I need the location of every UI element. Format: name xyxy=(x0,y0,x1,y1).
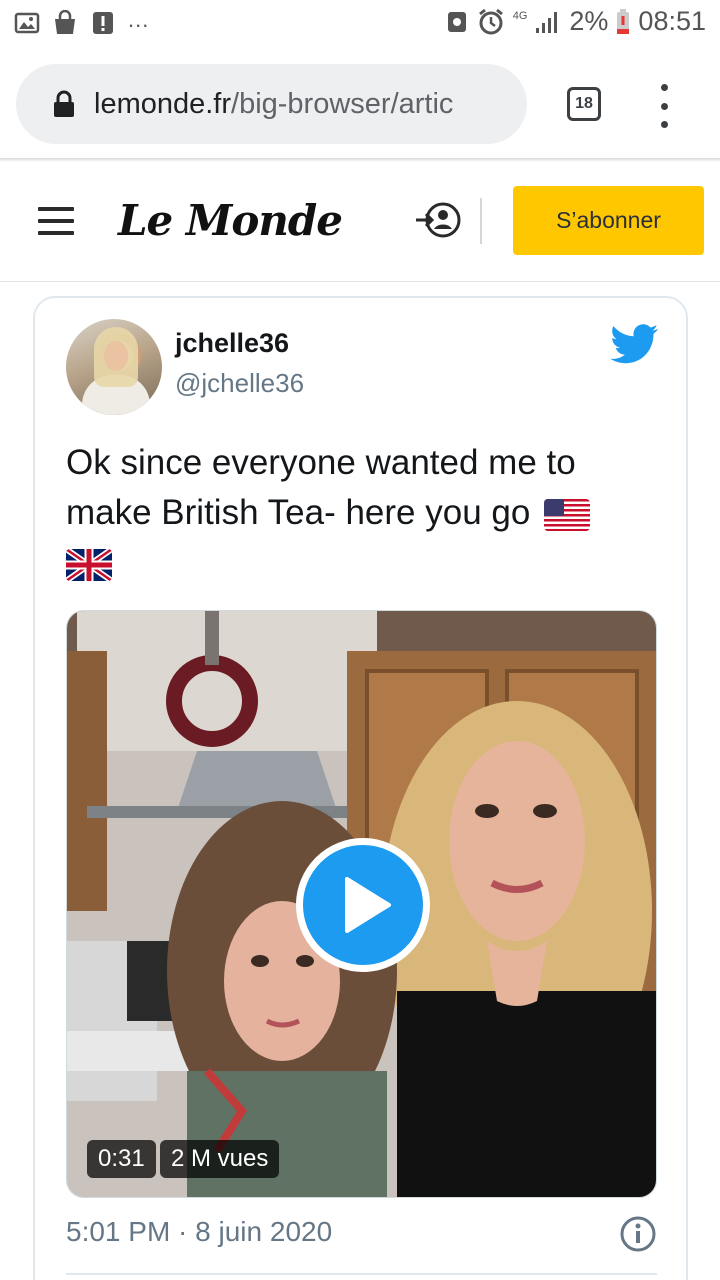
author-handle[interactable]: @jchelle36 xyxy=(175,368,304,399)
tweet-text: Ok since everyone wanted me to make Brit… xyxy=(66,438,656,588)
signal-icon xyxy=(536,11,558,33)
avatar[interactable] xyxy=(66,319,162,415)
play-button[interactable] xyxy=(296,838,430,972)
lock-icon xyxy=(54,90,74,117)
login-icon[interactable] xyxy=(414,198,462,242)
tweet-timestamp[interactable]: 5:01 PM · 8 juin 2020 xyxy=(66,1216,332,1248)
menu-bar xyxy=(38,231,74,235)
menu-dot xyxy=(660,84,668,91)
menu-bar xyxy=(38,207,74,211)
video-views-badge: 2 M vues xyxy=(160,1140,280,1178)
avatar-face xyxy=(104,341,128,371)
network-type: 4G xyxy=(512,10,528,22)
url-text: lemonde.fr/big-browser/artic xyxy=(94,88,453,121)
site-header: Le Monde S’abonner xyxy=(0,162,720,282)
us-flag-icon xyxy=(544,498,591,531)
header-divider xyxy=(480,198,482,244)
menu-dot xyxy=(660,121,668,128)
shopping-bag-icon xyxy=(55,10,75,34)
more-notifications: ... xyxy=(128,7,150,32)
browser-menu-button[interactable] xyxy=(654,84,674,128)
alarm-icon xyxy=(478,8,503,34)
subscribe-button[interactable]: S’abonner xyxy=(513,186,704,255)
image-icon xyxy=(14,12,40,34)
video-duration-badge: 0:31 xyxy=(87,1140,156,1178)
battery-icon xyxy=(617,8,630,34)
tweet-body: Ok since everyone wanted me to make Brit… xyxy=(66,443,576,532)
alert-icon xyxy=(93,12,113,34)
status-bar: ... 4G 2% 08:51 xyxy=(0,0,720,48)
uk-flag-icon xyxy=(66,548,112,581)
video-thumbnail[interactable]: 0:31 2 M vues xyxy=(66,610,657,1198)
url-host: lemonde.fr xyxy=(94,87,232,120)
site-logo[interactable]: Le Monde xyxy=(118,196,343,245)
notification-icons: ... xyxy=(14,7,150,36)
info-icon[interactable] xyxy=(619,1215,657,1253)
battery-saver-icon xyxy=(447,11,466,32)
embedded-tweet[interactable]: jchelle36 @jchelle36 Ok since everyone w… xyxy=(33,296,688,1280)
battery-percent: 2% xyxy=(569,6,609,36)
author-name[interactable]: jchelle36 xyxy=(175,328,289,359)
menu-dot xyxy=(660,102,668,110)
address-bar[interactable]: lemonde.fr/big-browser/artic xyxy=(16,64,527,144)
menu-bar xyxy=(38,219,74,223)
url-path: /big-browser/artic xyxy=(231,87,454,120)
tab-switcher-button[interactable]: 18 xyxy=(567,87,601,121)
system-status: 4G 2% 08:51 xyxy=(445,6,706,37)
hamburger-menu-icon[interactable] xyxy=(38,207,74,235)
card-divider xyxy=(66,1273,657,1275)
clock: 08:51 xyxy=(638,6,706,36)
play-icon xyxy=(345,877,391,933)
twitter-bird-icon[interactable] xyxy=(609,324,659,366)
